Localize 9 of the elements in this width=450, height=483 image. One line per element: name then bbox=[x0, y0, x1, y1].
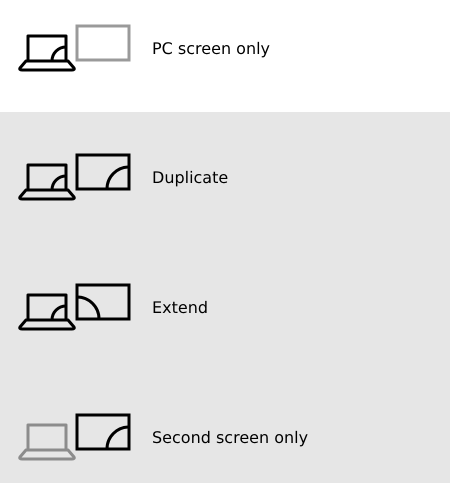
menu-item[interactable]: PC screen only bbox=[0, 0, 450, 112]
laptop-icon bbox=[18, 164, 76, 200]
monitor-icon bbox=[76, 24, 130, 62]
laptop-icon bbox=[18, 294, 76, 330]
monitor-icon bbox=[76, 284, 130, 320]
laptop-icon bbox=[18, 424, 76, 460]
monitor-icon bbox=[76, 154, 130, 190]
laptop-icon bbox=[18, 34, 76, 72]
monitor-icon bbox=[76, 414, 130, 450]
